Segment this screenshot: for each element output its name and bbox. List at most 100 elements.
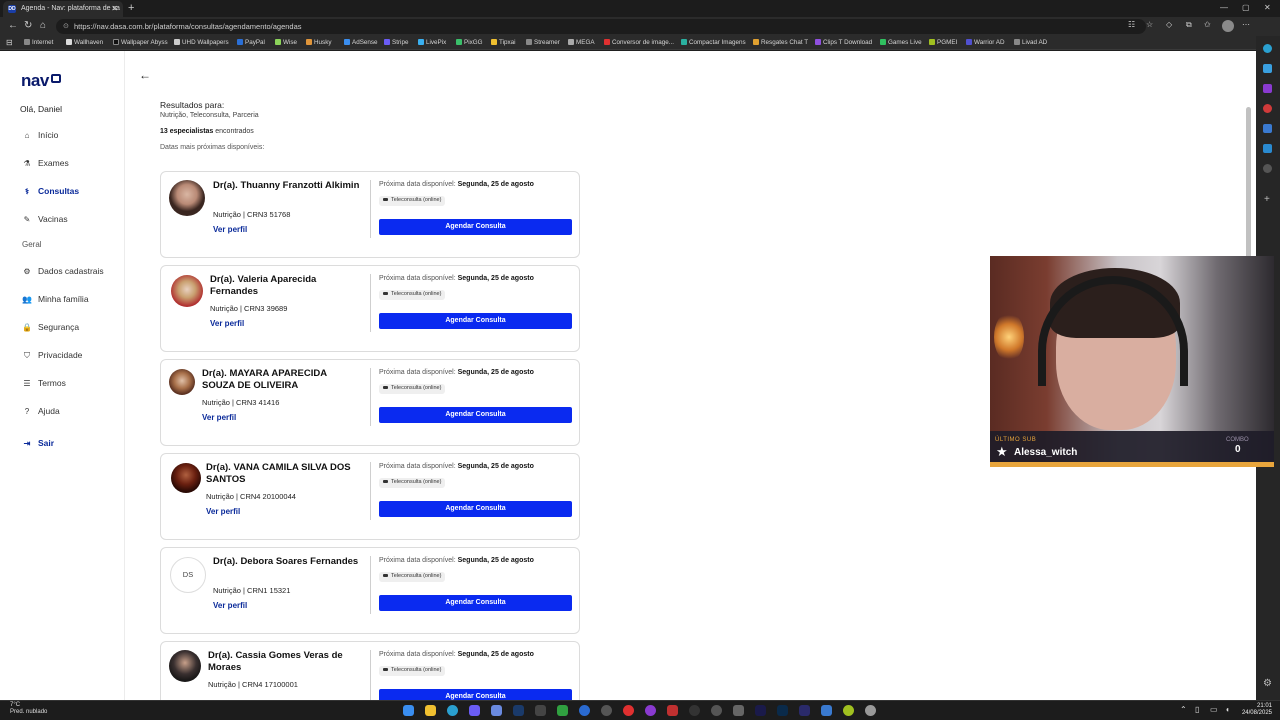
sidebar-item-seguranca[interactable]: 🔒 Segurança bbox=[22, 322, 79, 334]
close-window-icon[interactable]: ✕ bbox=[1264, 3, 1271, 12]
bookmark-item[interactable]: Compactar Imagens bbox=[681, 39, 746, 46]
close-tab-icon[interactable]: ✕ bbox=[111, 4, 118, 13]
maximize-icon[interactable]: ▢ bbox=[1242, 3, 1250, 12]
media-encoder-icon[interactable] bbox=[799, 705, 810, 716]
taskbar-app-icon[interactable] bbox=[733, 705, 744, 716]
file-explorer-icon[interactable] bbox=[425, 705, 436, 716]
tray-chevron-icon[interactable]: ⌃ bbox=[1180, 705, 1187, 714]
tray-app-icon[interactable]: ▯ bbox=[1195, 705, 1199, 714]
bookmark-item[interactable]: PGMEI bbox=[929, 39, 957, 46]
taskbar-app-icon[interactable] bbox=[535, 705, 546, 716]
back-arrow-icon[interactable]: ← bbox=[139, 68, 151, 82]
nav-logo[interactable]: nav bbox=[21, 71, 61, 91]
bookmark-item[interactable]: Tipxai bbox=[491, 39, 516, 46]
ver-perfil-link[interactable]: Ver perfil bbox=[213, 601, 247, 610]
browser-tab[interactable]: DD Agenda - Nav: plataforma de sa ✕ bbox=[3, 1, 123, 17]
address-bar[interactable]: ⊙ https://nav.dasa.com.br/plataforma/con… bbox=[56, 19, 1146, 34]
volume-icon[interactable]: ◖ bbox=[1225, 705, 1230, 714]
agendar-consulta-button[interactable]: Agendar Consulta bbox=[379, 219, 572, 235]
extensions-icon[interactable]: ◇ bbox=[1166, 20, 1172, 29]
taskbar-app-icon[interactable] bbox=[689, 705, 700, 716]
taskbar-app-icon[interactable] bbox=[645, 705, 656, 716]
bookmark-item[interactable]: Warrior AD bbox=[966, 39, 1005, 46]
obs-icon[interactable] bbox=[601, 705, 612, 716]
sidebar-app-icon[interactable] bbox=[1263, 84, 1272, 93]
weather-widget[interactable]: 7°C Pred. nublado bbox=[10, 702, 47, 716]
start-icon[interactable] bbox=[403, 705, 414, 716]
back-icon[interactable]: ← bbox=[8, 20, 18, 31]
photoshop-icon[interactable] bbox=[777, 705, 788, 716]
agendar-consulta-button[interactable]: Agendar Consulta bbox=[379, 595, 572, 611]
favorites-icon[interactable]: ✩ bbox=[1204, 20, 1211, 29]
agendar-consulta-button[interactable]: Agendar Consulta bbox=[379, 501, 572, 517]
favorite-star-icon[interactable]: ☆ bbox=[1146, 20, 1153, 29]
edge-icon[interactable] bbox=[447, 705, 458, 716]
bookmark-item[interactable]: Resgates Chat T bbox=[753, 39, 808, 46]
copilot-icon[interactable] bbox=[1263, 44, 1272, 53]
taskbar-app-icon[interactable] bbox=[843, 705, 854, 716]
add-sidebar-icon[interactable]: + bbox=[1264, 194, 1270, 205]
bookmark-item[interactable]: Clips T Download bbox=[815, 39, 872, 46]
bookmark-item[interactable]: Internet bbox=[24, 39, 53, 46]
sidebar-item-dados-cadastrais[interactable]: ⚙ Dados cadastrais bbox=[22, 266, 103, 278]
sidebar-item-inicio[interactable]: ⌂ Início bbox=[22, 130, 59, 142]
bookmark-item[interactable]: Livad AD bbox=[1014, 39, 1047, 46]
taskbar-clock[interactable]: 21:01 24/08/2025 bbox=[1236, 703, 1272, 717]
sidebar-settings-icon[interactable]: ⚙ bbox=[1263, 678, 1272, 689]
sidebar-app-icon[interactable] bbox=[1263, 124, 1272, 133]
home-browser-icon[interactable]: ⌂ bbox=[40, 20, 46, 31]
bookmark-item[interactable]: Stripe bbox=[384, 39, 408, 46]
sidebar-item-termos[interactable]: ☰ Termos bbox=[22, 378, 65, 390]
site-info-icon[interactable]: ⊙ bbox=[63, 22, 69, 30]
sidebar-app-icon[interactable] bbox=[1263, 144, 1272, 153]
bookmark-item[interactable]: Streamer bbox=[526, 39, 560, 46]
sidebar-app-icon[interactable] bbox=[1263, 104, 1272, 113]
ver-perfil-link[interactable]: Ver perfil bbox=[210, 319, 244, 328]
sidebar-item-exames[interactable]: ⚗ Exames bbox=[22, 158, 68, 170]
sidebar-app-icon[interactable] bbox=[1263, 164, 1272, 173]
bookmark-item[interactable]: AdSense bbox=[344, 39, 378, 46]
bookmark-item[interactable]: MEGA bbox=[568, 39, 595, 46]
taskbar-app-icon[interactable] bbox=[711, 705, 722, 716]
split-icon[interactable]: ⧉ bbox=[1186, 20, 1192, 30]
taskbar-app-icon[interactable] bbox=[579, 705, 590, 716]
ver-perfil-link[interactable]: Ver perfil bbox=[213, 225, 247, 234]
bookmark-item[interactable]: PayPal bbox=[237, 39, 265, 46]
bookmark-item[interactable]: Wise bbox=[275, 39, 297, 46]
sidebar-item-consultas[interactable]: ⚕ Consultas bbox=[22, 186, 79, 198]
new-tab-icon[interactable]: + bbox=[128, 2, 134, 14]
minimize-icon[interactable]: — bbox=[1220, 3, 1228, 12]
profile-avatar[interactable] bbox=[1222, 20, 1234, 32]
sidebar-app-icon[interactable] bbox=[1263, 64, 1272, 73]
bookmark-item[interactable]: LivePix bbox=[418, 39, 446, 46]
sidebar-item-vacinas[interactable]: ✎ Vacinas bbox=[22, 214, 68, 226]
settings-icon[interactable] bbox=[865, 705, 876, 716]
menu-icon[interactable]: ⋯ bbox=[1242, 20, 1250, 29]
taskbar-app-icon[interactable] bbox=[821, 705, 832, 716]
bookmark-item[interactable]: Games Live bbox=[880, 39, 922, 46]
taskbar-app-icon[interactable] bbox=[623, 705, 634, 716]
sidebar-item-ajuda[interactable]: ? Ajuda bbox=[22, 406, 60, 418]
bookmark-item[interactable]: Husky bbox=[306, 39, 332, 46]
ver-perfil-link[interactable]: Ver perfil bbox=[202, 413, 236, 422]
agendar-consulta-button[interactable]: Agendar Consulta bbox=[379, 689, 572, 700]
bookmarks-folder-icon[interactable]: ⊟ bbox=[6, 38, 13, 47]
premiere-icon[interactable] bbox=[755, 705, 766, 716]
bookmark-item[interactable]: Wallpaper Abyss bbox=[113, 39, 168, 46]
agendar-consulta-button[interactable]: Agendar Consulta bbox=[379, 407, 572, 423]
sidebar-item-privacidade[interactable]: ⛉ Privacidade bbox=[22, 350, 82, 362]
bookmark-item[interactable]: PixGG bbox=[456, 39, 483, 46]
taskbar-app-icon[interactable] bbox=[667, 705, 678, 716]
bookmark-item[interactable]: Wallhaven bbox=[66, 39, 103, 46]
bookmark-item[interactable]: Conversor de image... bbox=[604, 39, 674, 46]
discord-icon[interactable] bbox=[469, 705, 480, 716]
ver-perfil-link[interactable]: Ver perfil bbox=[206, 507, 240, 516]
taskbar-app-icon[interactable] bbox=[491, 705, 502, 716]
reload-icon[interactable]: ↻ bbox=[24, 20, 32, 31]
xbox-icon[interactable] bbox=[557, 705, 568, 716]
sidebar-item-minha-familia[interactable]: 👥 Minha família bbox=[22, 294, 89, 306]
logout-button[interactable]: ⇥ Sair bbox=[22, 438, 54, 450]
reader-icon[interactable]: ☷ bbox=[1128, 20, 1135, 29]
bookmark-item[interactable]: UHD Wallpapers bbox=[174, 39, 229, 46]
tray-app-icon[interactable]: ▭ bbox=[1210, 705, 1218, 714]
